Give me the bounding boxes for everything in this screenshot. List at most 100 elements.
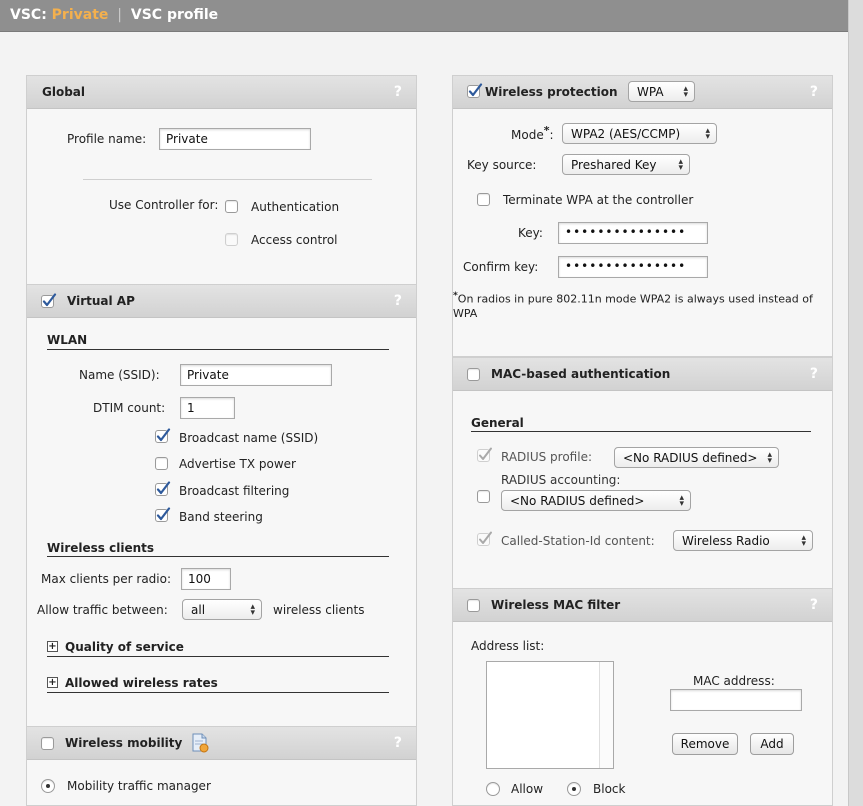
wireless-mobility-title: Wireless mobility — [65, 736, 183, 750]
allow-traffic-select[interactable]: all ▴ ▾ — [182, 599, 262, 620]
key-input[interactable]: ••••••••••••••• — [558, 222, 708, 244]
band-steering-checkbox[interactable] — [155, 507, 171, 523]
wireless-protection-panel-header: Wireless protection WPA ▴ ▾ ? — [453, 76, 832, 109]
wireless-mobility-checkbox[interactable] — [41, 737, 54, 750]
mac-auth-panel: MAC-based authentication ? General RADIU… — [452, 357, 833, 604]
authentication-checkbox[interactable] — [225, 200, 238, 213]
select-arrows-icon: ▴ ▾ — [801, 533, 806, 549]
band-steering-label: Band steering — [179, 510, 263, 524]
qos-heading[interactable]: Quality of service — [65, 640, 184, 654]
remove-button[interactable]: Remove — [672, 733, 738, 755]
called-station-label: Called-Station-Id content: — [501, 534, 655, 548]
virtual-ap-checkbox[interactable] — [41, 293, 57, 309]
wireless-mobility-panel-header: Wireless mobility ? — [27, 727, 416, 760]
broadcast-filtering-checkbox[interactable] — [155, 481, 171, 497]
allowed-rates-expand-icon[interactable]: + — [47, 677, 58, 688]
select-arrows-icon: ▴ ▾ — [767, 450, 772, 466]
address-list[interactable] — [486, 661, 614, 769]
mac-filter-checkbox[interactable] — [467, 599, 480, 612]
general-heading-rule — [471, 431, 811, 432]
radius-accounting-checkbox[interactable] — [477, 490, 490, 503]
ssid-input[interactable]: Private — [180, 364, 332, 386]
help-icon[interactable]: ? — [394, 293, 402, 309]
ssid-label: Name (SSID): — [79, 368, 160, 382]
main-content: Global ? Profile name: Private Use Contr… — [0, 32, 848, 806]
page-title: VSC: Private | VSC profile — [10, 7, 219, 23]
confirm-key-input[interactable]: ••••••••••••••• — [558, 256, 708, 278]
authentication-label: Authentication — [251, 200, 340, 214]
confirm-key-label: Confirm key: — [463, 260, 539, 274]
mobility-traffic-manager-radio[interactable] — [41, 779, 55, 793]
window-scrollbar[interactable] — [848, 0, 863, 806]
global-title: Global — [42, 85, 86, 99]
allow-label: Allow — [511, 782, 544, 796]
help-icon[interactable]: ? — [394, 84, 402, 100]
help-icon[interactable]: ? — [394, 735, 402, 751]
allowed-rates-heading[interactable]: Allowed wireless rates — [65, 676, 218, 690]
radius-profile-select[interactable]: <No RADIUS defined> ▴ ▾ — [614, 447, 779, 468]
advertise-tx-checkbox[interactable] — [155, 457, 168, 470]
divider — [83, 179, 372, 180]
select-arrows-icon: ▴ ▾ — [678, 157, 683, 173]
mac-filter-panel-header: Wireless MAC filter ? — [453, 589, 832, 622]
global-panel: Global ? Profile name: Private Use Contr… — [26, 75, 417, 293]
global-panel-header: Global ? — [27, 76, 416, 109]
help-icon[interactable]: ? — [810, 597, 818, 613]
mac-auth-checkbox[interactable] — [467, 368, 480, 381]
radius-accounting-select[interactable]: <No RADIUS defined> ▴ ▾ — [501, 490, 691, 511]
select-arrows-icon: ▴ ▾ — [250, 602, 255, 618]
select-arrows-icon: ▴ ▾ — [679, 493, 684, 509]
wireless-clients-heading-rule — [47, 556, 389, 557]
mac-filter-title: Wireless MAC filter — [491, 598, 621, 612]
key-source-label: Key source: — [467, 158, 537, 172]
mode-label: Mode*: — [511, 124, 554, 142]
broadcast-name-label: Broadcast name (SSID) — [179, 431, 319, 445]
help-icon[interactable]: ? — [810, 366, 818, 382]
general-heading: General — [471, 416, 524, 430]
address-list-label: Address list: — [471, 639, 545, 653]
help-icon[interactable]: ? — [810, 84, 818, 100]
mac-auth-panel-header: MAC-based authentication ? — [453, 358, 832, 391]
wireless-protection-checkbox[interactable] — [467, 83, 483, 99]
edit-document-icon[interactable] — [190, 732, 210, 754]
select-arrows-icon: ▴ ▾ — [683, 84, 688, 100]
max-clients-label: Max clients per radio: — [41, 572, 172, 586]
dtim-label: DTIM count: — [93, 401, 166, 415]
mac-address-label: MAC address: — [693, 674, 775, 688]
allow-traffic-label: Allow traffic between: — [37, 603, 168, 617]
called-station-select[interactable]: Wireless Radio ▴ ▾ — [673, 530, 813, 551]
key-source-select[interactable]: Preshared Key ▴ ▾ — [562, 154, 690, 175]
access-control-checkbox[interactable] — [225, 233, 238, 246]
key-label: Key: — [518, 226, 543, 240]
broadcast-filtering-label: Broadcast filtering — [179, 484, 290, 498]
profile-name-label: Profile name: — [67, 132, 147, 146]
mac-address-input[interactable] — [670, 689, 802, 711]
title-bar: VSC: Private | VSC profile — [0, 0, 848, 32]
wireless-protection-panel: Wireless protection WPA ▴ ▾ ? Mode*: WPA2… — [452, 75, 833, 357]
block-label: Block — [593, 782, 626, 796]
block-radio[interactable] — [567, 782, 581, 796]
dtim-input[interactable]: 1 — [180, 397, 235, 419]
wireless-clients-label: wireless clients — [273, 603, 365, 617]
address-list-scrollbar[interactable] — [599, 662, 613, 768]
allow-radio[interactable] — [486, 782, 500, 796]
advertise-tx-label: Advertise TX power — [179, 457, 296, 471]
mac-auth-title: MAC-based authentication — [491, 367, 671, 381]
radius-profile-checkbox[interactable] — [477, 447, 493, 463]
terminate-wpa-checkbox[interactable] — [477, 193, 490, 206]
allowed-rates-rule — [47, 692, 389, 693]
mode-select[interactable]: WPA2 (AES/CCMP) ▴ ▾ — [562, 123, 717, 144]
max-clients-input[interactable]: 100 — [181, 568, 231, 590]
qos-expand-icon[interactable]: + — [47, 641, 58, 652]
virtual-ap-panel-header: Virtual AP ? — [27, 285, 416, 318]
radius-accounting-label: RADIUS accounting: — [501, 473, 621, 487]
access-control-label: Access control — [251, 233, 338, 247]
wireless-mobility-panel: Wireless mobility ? Mobility traffic man… — [26, 726, 417, 806]
protection-type-select[interactable]: WPA ▴ ▾ — [628, 81, 695, 102]
called-station-checkbox[interactable] — [477, 531, 493, 547]
add-button[interactable]: Add — [750, 733, 794, 755]
wlan-heading: WLAN — [47, 333, 88, 347]
mobility-traffic-manager-label: Mobility traffic manager — [67, 779, 211, 793]
profile-name-input[interactable]: Private — [159, 128, 311, 150]
broadcast-name-checkbox[interactable] — [155, 428, 171, 444]
